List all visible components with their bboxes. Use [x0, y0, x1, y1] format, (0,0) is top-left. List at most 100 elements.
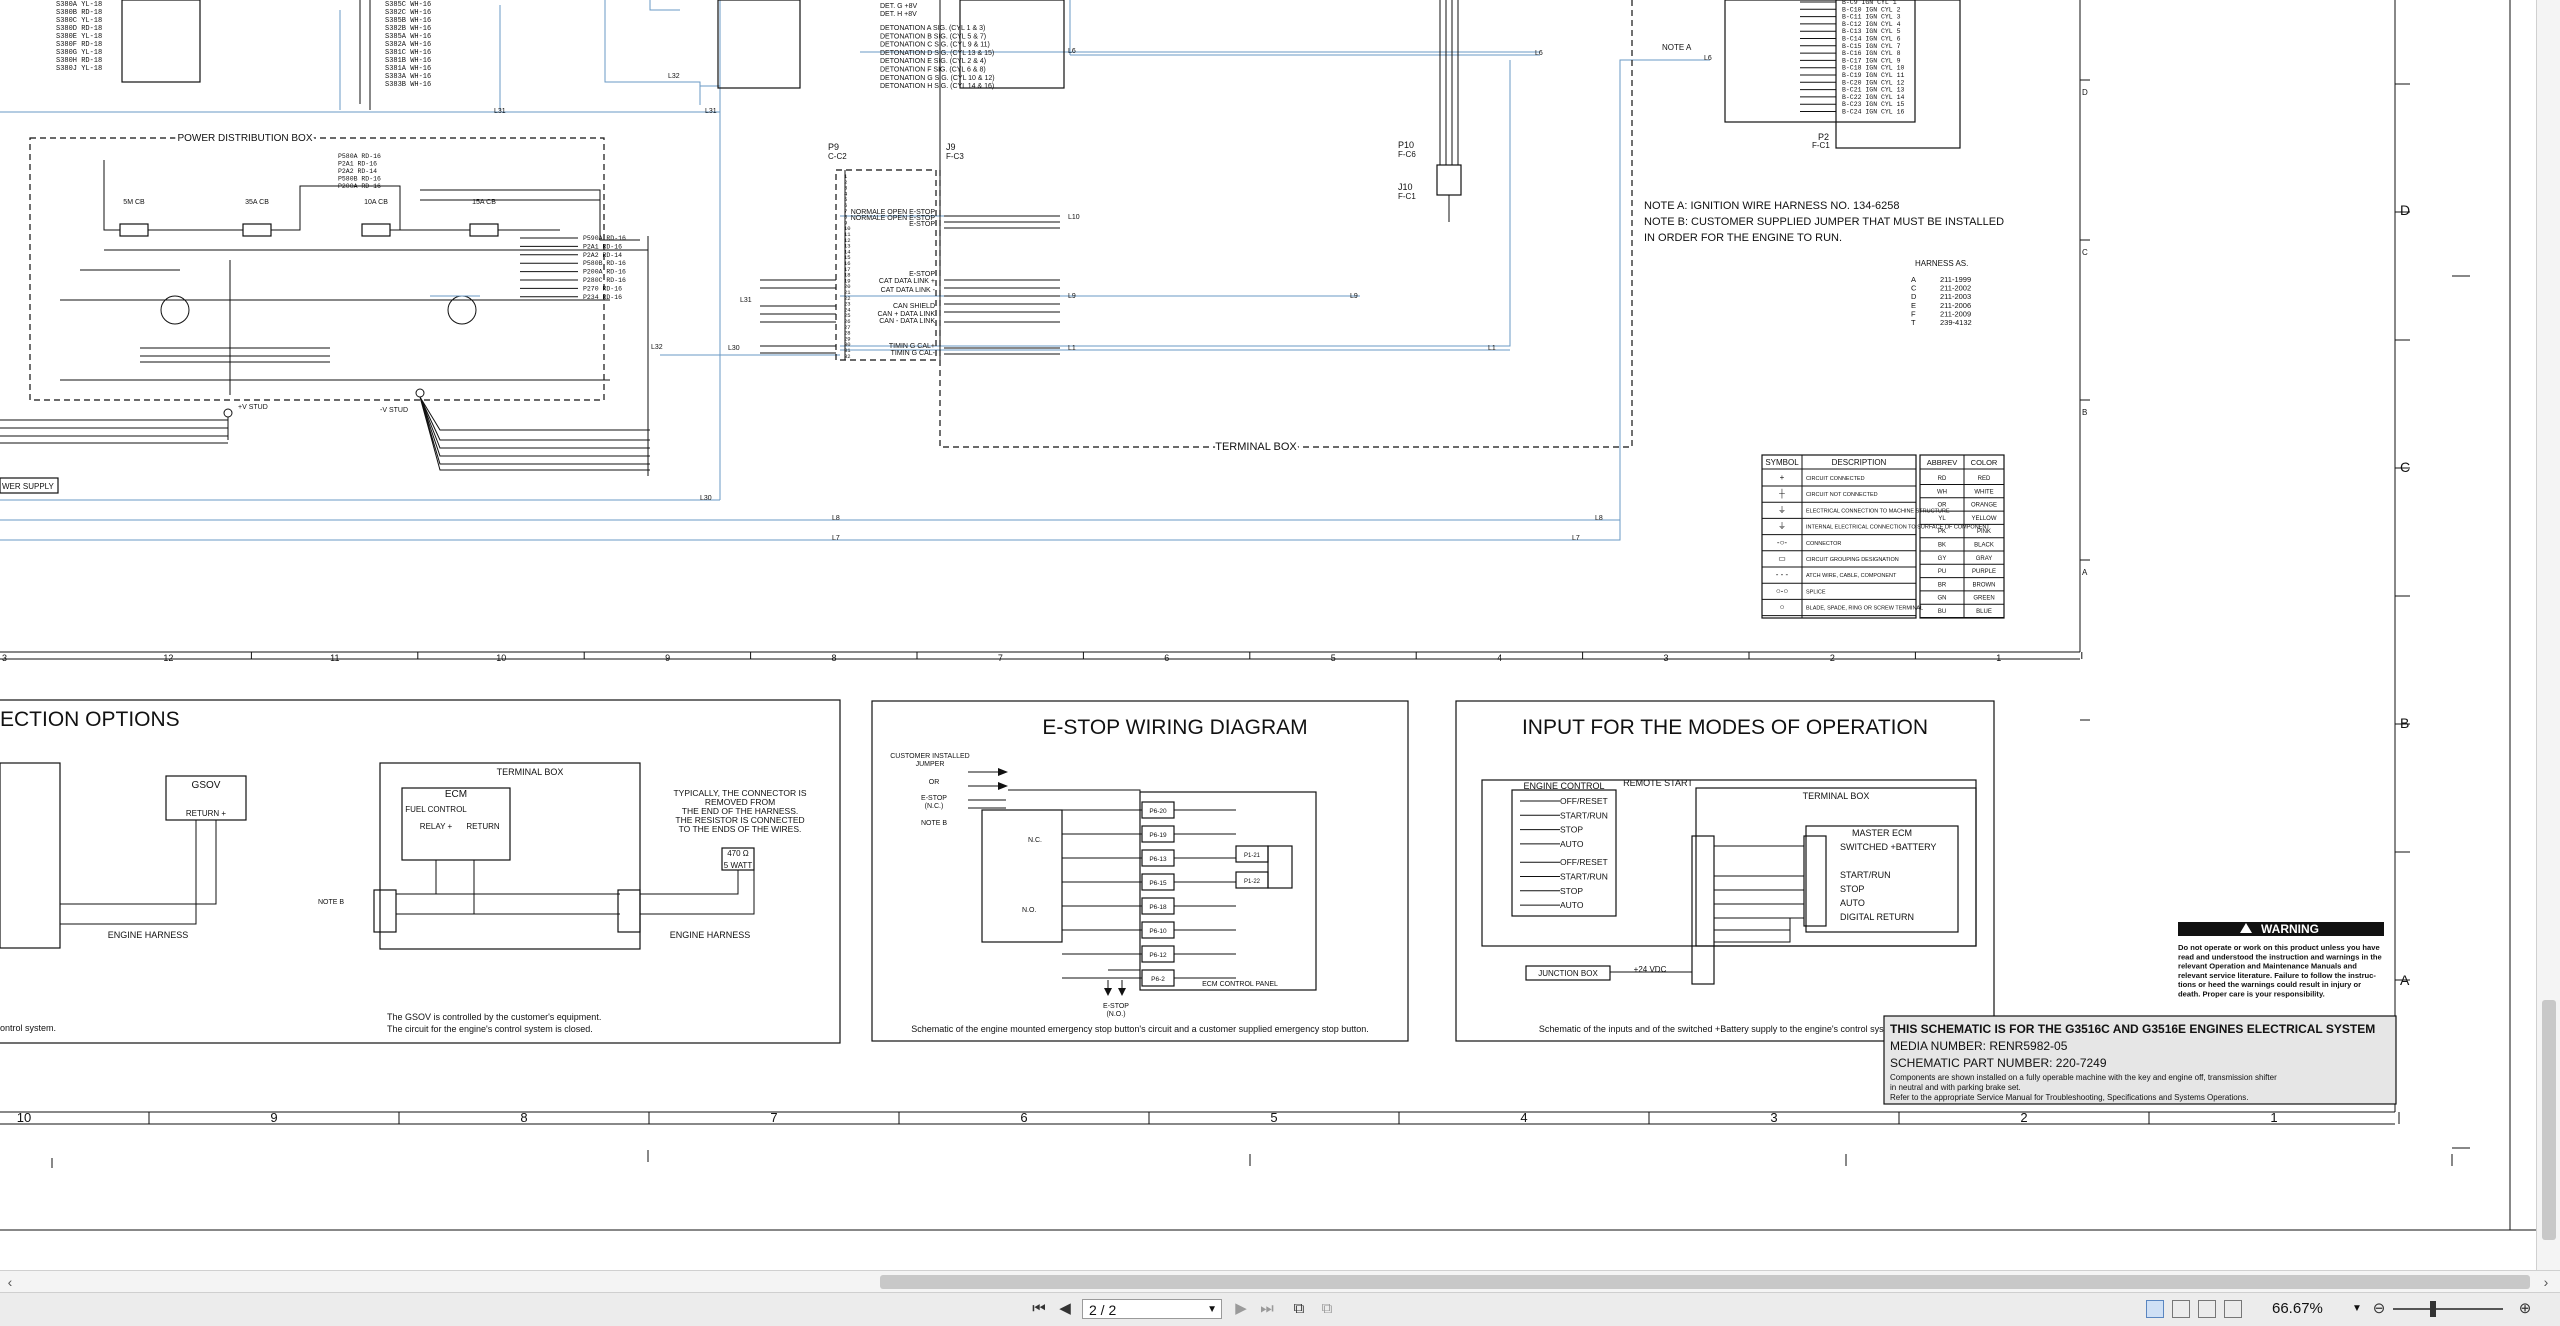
color-name: GREEN: [1973, 596, 1994, 602]
vdc-label: +24 VDC: [1634, 965, 1667, 974]
symbol-description: INTERNAL ELECTRICAL CONNECTION TO SURFAC…: [1806, 525, 1990, 531]
vertical-scrollbar[interactable]: [2536, 0, 2560, 1270]
svg-text:S380G YL-18: S380G YL-18: [56, 49, 102, 57]
next-page-icon[interactable]: ▶: [1230, 1299, 1252, 1319]
scroll-left-icon[interactable]: ‹: [2, 1273, 18, 1291]
estop-pin-label: P6-2: [1151, 976, 1165, 983]
document-viewport[interactable]: POWER DISTRIBUTION BOX 5M CB 35A CB 10A …: [0, 0, 2536, 1270]
zoom-slider-handle[interactable]: [2430, 1301, 2436, 1317]
compare-icon[interactable]: ⧉: [1316, 1299, 1338, 1319]
color-name: WHITE: [1974, 489, 1993, 495]
power-supply-label: WER SUPPLY: [2, 482, 55, 491]
svg-text:L32: L32: [668, 73, 680, 80]
signal-label: E-STOP: [909, 221, 935, 228]
warning-text-line: read and understood the instruction and …: [2178, 952, 2382, 961]
ignition-label: B-C13 IGN CYL 5: [1842, 28, 1901, 35]
switch-position-label: START/RUN: [1560, 810, 1608, 820]
note-a: NOTE A: IGNITION WIRE HARNESS NO. 134-62…: [1644, 200, 1900, 212]
scale-number: 9: [665, 653, 670, 663]
bottom-scale-number: 4: [1520, 1110, 1527, 1125]
modes-terminal-box: TERMINAL BOX: [1803, 791, 1870, 801]
bottom-scale-number: 9: [270, 1110, 277, 1125]
ecm-pin-label: START/RUN: [1840, 870, 1891, 880]
svg-text:S383A WH-16: S383A WH-16: [385, 73, 431, 81]
harness-number: 239-4132: [1940, 318, 1972, 327]
prev-page-icon[interactable]: ◀: [1054, 1299, 1076, 1319]
single-page-view-icon[interactable]: [2146, 1300, 2164, 1318]
pdb-top-wire-label: P580A RD-16: [338, 153, 381, 160]
svg-text:S380A YL-18: S380A YL-18: [56, 1, 102, 9]
bottom-scale-number: 2: [2020, 1110, 2027, 1125]
svg-text:L31: L31: [740, 297, 752, 304]
j9-sub: F-C3: [946, 152, 964, 161]
symbol-description: CONNECTOR: [1806, 541, 1841, 547]
scale-number: 3: [1663, 653, 1668, 663]
split-view-icon[interactable]: [2224, 1300, 2242, 1318]
nc-label: N.C.: [1028, 837, 1042, 844]
plus-stud-label: +V STUD: [238, 404, 268, 411]
symbol-description: SPLICE: [1806, 589, 1826, 595]
ignition-label: B-C16 IGN CYL 8: [1842, 50, 1901, 57]
color-abbrev: BR: [1938, 582, 1947, 588]
color-name: GRAY: [1976, 556, 1993, 562]
pdb-wire-label: P200A RD-16: [583, 269, 626, 276]
titleblock-line2: MEDIA NUMBER: RENR5982-05: [1890, 1039, 2068, 1053]
no-label: N.O.: [1022, 907, 1036, 914]
detonation-signal-label: DETONATION B SIG. (CYL 5 & 7): [880, 33, 986, 40]
ignition-label: B-C10 IGN CYL 2: [1842, 6, 1901, 13]
note-b-cont: IN ORDER FOR THE ENGINE TO RUN.: [1644, 232, 1842, 244]
svg-text:L7: L7: [1572, 535, 1580, 542]
estop-nc-2: (N.C.): [925, 803, 944, 810]
fuel-control-label: FUEL CONTROL: [405, 805, 467, 814]
remote-start-label: REMOTE START: [1623, 778, 1693, 788]
warning-title: WARNING: [2261, 922, 2319, 936]
zone-letter-a: A: [2082, 568, 2088, 577]
schematic-drawing: POWER DISTRIBUTION BOX 5M CB 35A CB 10A …: [0, 0, 2536, 1231]
color-name: BLACK: [1974, 543, 1994, 549]
page-number-select[interactable]: 2 / 2 ▼: [1082, 1299, 1222, 1319]
color-name: BROWN: [1973, 582, 1996, 588]
gsov-return-label: RETURN +: [186, 809, 227, 818]
pdb-top-wire-label: P2A2 RD-14: [338, 168, 377, 175]
zoom-dropdown-icon[interactable]: ▼: [2352, 1299, 2366, 1319]
ignition-label: B-C21 IGN CYL 13: [1842, 87, 1905, 94]
scale-number: 4: [1497, 653, 1502, 663]
last-page-icon[interactable]: ⏭: [1256, 1299, 1278, 1319]
color-abbrev: OR: [1938, 503, 1948, 509]
two-page-view-icon[interactable]: [2198, 1300, 2216, 1318]
color-header: COLOR: [1971, 458, 1998, 467]
switch-position-label: OFF/RESET: [1560, 796, 1608, 806]
ignition-label: B-C15 IGN CYL 7: [1842, 43, 1901, 50]
color-name: PINK: [1977, 529, 1991, 535]
zoom-value[interactable]: 66.67%: [2272, 1299, 2352, 1319]
estop-pin-label: P6-20: [1149, 808, 1167, 815]
scroll-right-icon[interactable]: ›: [2538, 1273, 2554, 1291]
signal-label: CAN - DATA LINK: [879, 318, 935, 325]
bottom-scale-number: 3: [1770, 1110, 1777, 1125]
symbol-glyph: ⏚: [1778, 522, 1786, 531]
horizontal-scrollbar[interactable]: ‹ ›: [0, 1270, 2560, 1293]
warning-text-line: relevant service literature. Failure to …: [2178, 971, 2376, 980]
continuous-view-icon[interactable]: [2172, 1300, 2190, 1318]
warning-text-line: death. Proper care is your responsibilit…: [2178, 990, 2325, 999]
junction-box-label: JUNCTION BOX: [1538, 969, 1598, 978]
estop-pin-label: P6-19: [1149, 832, 1167, 839]
svg-text:S385B WH-16: S385B WH-16: [385, 17, 431, 25]
vertical-scroll-thumb[interactable]: [2542, 1000, 2556, 1240]
svg-text:5 WATT: 5 WATT: [724, 861, 753, 870]
horizontal-scroll-thumb[interactable]: [880, 1275, 2530, 1289]
copy-icon[interactable]: ⧉: [1288, 1299, 1310, 1319]
scale-number: 11: [330, 653, 339, 663]
signal-label: CAT DATA LINK -: [881, 287, 936, 294]
zoom-slider[interactable]: [2393, 1308, 2503, 1310]
scale-number: 12: [163, 653, 173, 663]
page-number-value: 2 / 2: [1089, 1302, 1117, 1318]
svg-text:S380F RD-18: S380F RD-18: [56, 41, 102, 49]
symbol-glyph: ┼: [1778, 488, 1785, 499]
zoom-out-icon[interactable]: ⊖: [2368, 1299, 2390, 1319]
svg-text:S381B WH-16: S381B WH-16: [385, 57, 431, 65]
svg-text:L30: L30: [700, 495, 712, 502]
first-page-icon[interactable]: ⏮: [1028, 1299, 1050, 1319]
zoom-in-icon[interactable]: ⊕: [2514, 1299, 2536, 1319]
svg-text:P1-22: P1-22: [1244, 879, 1261, 885]
